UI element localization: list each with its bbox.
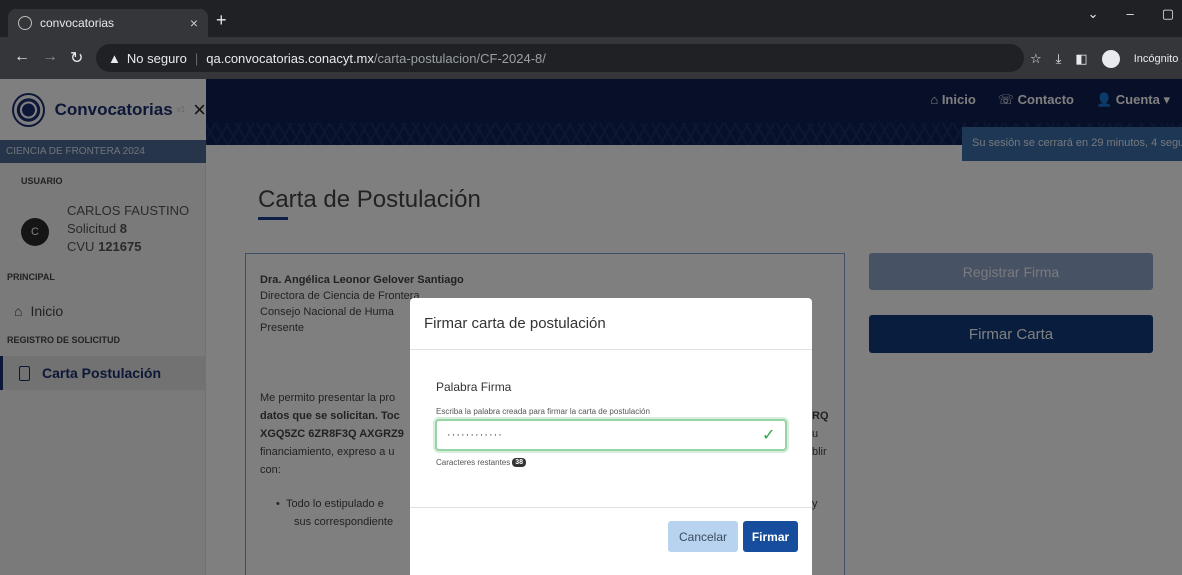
- incognito-label: Incógnito: [1133, 53, 1179, 65]
- signature-word-help: Escriba la palabra creada para firmar la…: [436, 407, 650, 416]
- url-path: /carta-postulacion/CF-2024-8/: [373, 50, 546, 66]
- reload-icon[interactable]: ↻: [70, 48, 83, 68]
- browser-tab[interactable]: convocatorias ×: [8, 9, 208, 37]
- side-panel-icon[interactable]: ◧: [1075, 51, 1087, 67]
- not-secure-label: No seguro: [126, 50, 187, 66]
- download-icon[interactable]: ⤓: [1056, 51, 1062, 67]
- window-controls: ⌄ – ▢: [1088, 6, 1174, 22]
- sign-button[interactable]: Firmar: [743, 521, 798, 552]
- cancel-button[interactable]: Cancelar: [668, 521, 738, 552]
- minimize-icon[interactable]: –: [1126, 6, 1133, 22]
- modal-divider: [410, 349, 812, 350]
- signature-word-input[interactable]: [435, 419, 787, 451]
- modal-title: Firmar carta de postulación: [424, 315, 606, 332]
- bookmark-star-icon[interactable]: ☆: [1030, 51, 1042, 67]
- tab-title: convocatorias: [40, 16, 115, 30]
- modal-divider: [410, 507, 812, 508]
- warning-icon: ▲: [108, 50, 121, 66]
- url-host: qa.convocatorias.conacyt.mx: [206, 50, 374, 66]
- valid-check-icon: ✓: [762, 427, 776, 444]
- toolbar-right-icons: ☆ ⤓ ◧ Incógnito: [1030, 50, 1178, 68]
- back-icon[interactable]: ←: [14, 48, 30, 66]
- remaining-characters: Caracteres restantes 38: [436, 458, 527, 467]
- new-tab-button[interactable]: +: [216, 10, 227, 31]
- maximize-icon[interactable]: ▢: [1162, 6, 1174, 22]
- forward-icon[interactable]: →: [42, 48, 58, 66]
- remaining-count-badge: 38: [512, 458, 527, 467]
- remaining-label: Caracteres restantes: [436, 458, 511, 467]
- tab-search-icon[interactable]: ⌄: [1088, 6, 1099, 22]
- incognito-icon[interactable]: [1101, 50, 1120, 68]
- address-bar[interactable]: ▲ No seguro | qa.convocatorias.conacyt.m…: [96, 44, 1024, 72]
- tab-close-icon[interactable]: ×: [190, 15, 198, 31]
- separator: |: [194, 50, 199, 66]
- signature-word-label: Palabra Firma: [436, 380, 512, 394]
- globe-icon: [18, 16, 32, 30]
